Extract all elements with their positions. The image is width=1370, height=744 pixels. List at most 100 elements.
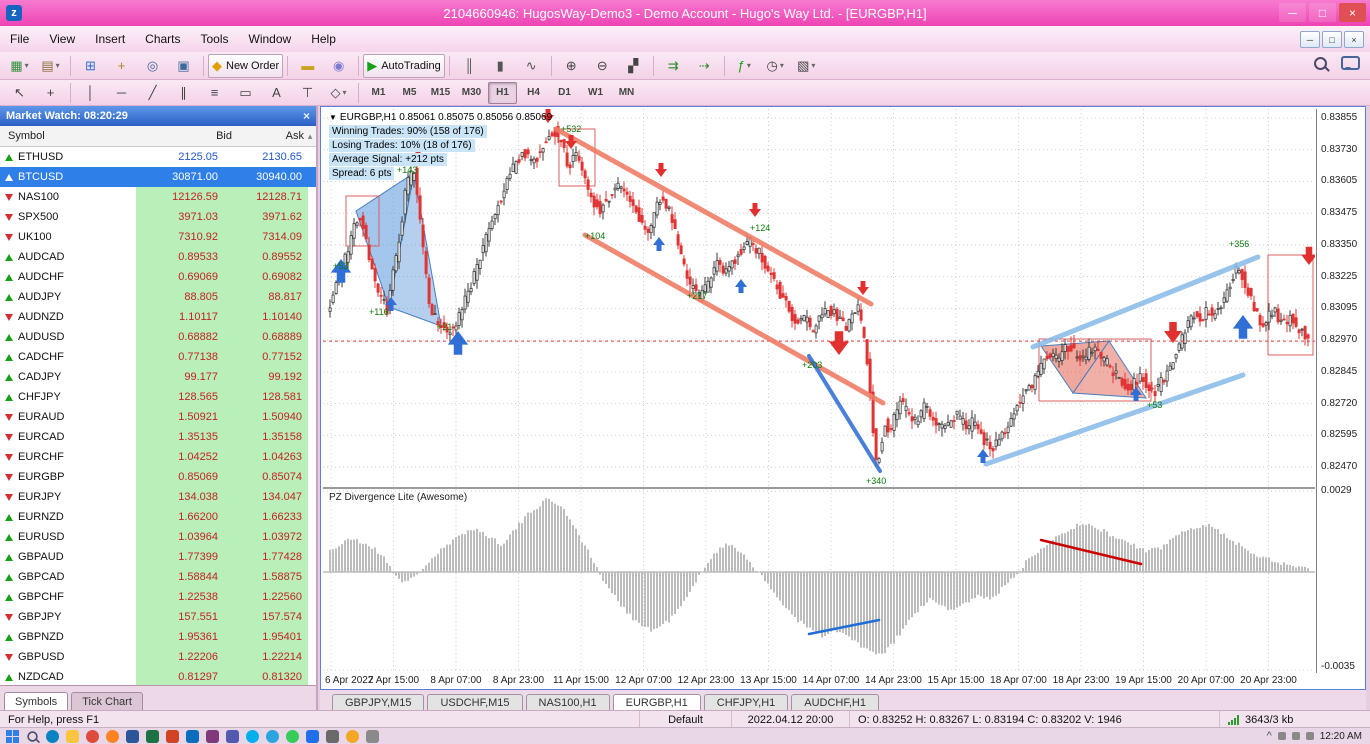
timeframe-w1[interactable]: W1 — [581, 82, 610, 104]
word-icon[interactable] — [126, 729, 139, 743]
cursor-button[interactable]: ↖ — [4, 81, 35, 105]
firefox-icon[interactable] — [106, 729, 119, 743]
minimize-button[interactable]: ─ — [1279, 3, 1306, 22]
market-watch-row[interactable]: GBPUSD 1.22206 1.22214 — [0, 647, 316, 667]
zoom-out-button[interactable]: ⊖ — [587, 54, 618, 78]
chart-shift-button[interactable]: ⇢ — [689, 54, 720, 78]
timeframe-m1[interactable]: M1 — [364, 82, 393, 104]
market-watch-row[interactable]: UK100 7310.92 7314.09 — [0, 227, 316, 247]
timeframe-d1[interactable]: D1 — [550, 82, 579, 104]
column-ask[interactable]: Ask — [232, 130, 304, 142]
shapes-button[interactable]: ▭ — [230, 81, 261, 105]
metatrader-icon[interactable] — [346, 729, 359, 743]
crosshair-button[interactable]: + — [35, 81, 66, 105]
arrow-objects-button[interactable]: ◇ ▾ — [323, 81, 354, 105]
market-watch-row[interactable]: EURAUD 1.50921 1.50940 — [0, 407, 316, 427]
market-watch-row[interactable]: NZDCAD 0.81297 0.81320 — [0, 667, 316, 685]
market-watch-row[interactable]: BTCUSD 30871.00 30940.00 — [0, 167, 316, 187]
market-watch-row[interactable]: AUDCAD 0.89533 0.89552 — [0, 247, 316, 267]
file-explorer-icon[interactable] — [66, 729, 79, 743]
timeframe-m30[interactable]: M30 — [457, 82, 486, 104]
timeframe-h4[interactable]: H4 — [519, 82, 548, 104]
chart-tab-chfjpy-h1[interactable]: CHFJPY,H1 — [703, 694, 789, 710]
expert-advisors-button[interactable]: ◉ — [323, 54, 354, 78]
text-label-button[interactable]: ⊤ — [292, 81, 323, 105]
metaeditor-button[interactable]: ▬ — [292, 54, 323, 78]
telegram-icon[interactable] — [266, 729, 279, 743]
market-watch-row[interactable]: AUDNZD 1.10117 1.10140 — [0, 307, 316, 327]
vertical-line-button[interactable]: │ — [75, 81, 106, 105]
powerpoint-icon[interactable] — [166, 729, 179, 743]
timeframe-h1[interactable]: H1 — [488, 81, 517, 104]
excel-icon[interactable] — [146, 729, 159, 743]
tile-windows-button[interactable]: ▞ — [618, 54, 649, 78]
autotrading-button[interactable]: ▶ AutoTrading — [363, 53, 445, 78]
chat-icon[interactable] — [1341, 56, 1360, 70]
fibonacci-retracement-button[interactable]: ≡ — [199, 81, 230, 105]
taskbar-clock[interactable]: 12:20 AM — [1320, 731, 1362, 742]
market-watch-row[interactable]: GBPCAD 1.58844 1.58875 — [0, 567, 316, 587]
market-watch-row[interactable]: GBPJPY 157.551 157.574 — [0, 607, 316, 627]
new-order-button[interactable]: ◆ New Order — [208, 53, 284, 78]
market-watch-row[interactable]: AUDJPY 88.805 88.817 — [0, 287, 316, 307]
menu-view[interactable]: View — [39, 26, 85, 52]
market-watch-row[interactable]: EURNZD 1.66200 1.66233 — [0, 507, 316, 527]
maximize-button[interactable]: □ — [1309, 3, 1336, 22]
tray-volume-icon[interactable] — [1291, 732, 1300, 740]
chart-tab-gbpjpy-m15[interactable]: GBPJPY,M15 — [332, 694, 425, 710]
taskbar-search-icon[interactable] — [27, 730, 38, 742]
market-watch-row[interactable]: NAS100 12126.59 12128.71 — [0, 187, 316, 207]
tray-network-icon[interactable] — [1277, 732, 1286, 740]
market-watch-close-icon[interactable]: × — [303, 109, 310, 123]
navigator-button[interactable]: ◎ — [137, 54, 168, 78]
settings-icon[interactable] — [366, 729, 379, 743]
mdi-close-button[interactable]: × — [1344, 31, 1364, 48]
trendline-button[interactable]: ╱ — [137, 81, 168, 105]
market-watch-row[interactable]: EURGBP 0.85069 0.85074 — [0, 467, 316, 487]
close-button[interactable]: × — [1339, 3, 1366, 22]
market-watch-tab-tick-chart[interactable]: Tick Chart — [71, 692, 143, 710]
new-chart-button[interactable]: ▦ ▾ — [4, 54, 35, 78]
market-watch-row[interactable]: SPX500 3971.03 3971.62 — [0, 207, 316, 227]
bar-chart-mode-button[interactable]: ║ — [454, 54, 485, 78]
timeframe-mn[interactable]: MN — [612, 82, 641, 104]
market-watch-row[interactable]: GBPNZD 1.95361 1.95401 — [0, 627, 316, 647]
search-icon[interactable] — [1314, 56, 1327, 70]
candlestick-mode-button[interactable]: ▮ — [485, 54, 516, 78]
tray-battery-icon[interactable] — [1305, 732, 1314, 740]
chart-tab-nas100-h1[interactable]: NAS100,H1 — [525, 694, 610, 710]
chrome-icon[interactable] — [86, 729, 99, 743]
market-watch-row[interactable]: AUDUSD 0.68882 0.68889 — [0, 327, 316, 347]
timeframe-m5[interactable]: M5 — [395, 82, 424, 104]
column-bid[interactable]: Bid — [144, 130, 232, 142]
menu-file[interactable]: File — [0, 26, 39, 52]
menu-insert[interactable]: Insert — [85, 26, 135, 52]
market-watch-row[interactable]: CADCHF 0.77138 0.77152 — [0, 347, 316, 367]
auto-scroll-button[interactable]: ⇉ — [658, 54, 689, 78]
chart-tab-usdchf-m15[interactable]: USDCHF,M15 — [427, 694, 523, 710]
menu-tools[interactable]: Tools — [191, 26, 239, 52]
periods-button[interactable]: ◷ ▾ — [760, 54, 791, 78]
market-watch-row[interactable]: CHFJPY 128.565 128.581 — [0, 387, 316, 407]
market-watch-row[interactable]: EURCHF 1.04252 1.04263 — [0, 447, 316, 467]
whatsapp-icon[interactable] — [286, 729, 299, 743]
onenote-icon[interactable] — [206, 729, 219, 743]
data-window-button[interactable]: + — [106, 54, 137, 78]
scroll-up-icon[interactable]: ▲ — [306, 132, 314, 141]
menu-window[interactable]: Window — [239, 26, 302, 52]
start-button[interactable] — [6, 729, 19, 743]
chart-tab-eurgbp-h1[interactable]: EURGBP,H1 — [612, 694, 701, 710]
market-watch-row[interactable]: EURCAD 1.35135 1.35158 — [0, 427, 316, 447]
market-watch-row[interactable]: EURUSD 1.03964 1.03972 — [0, 527, 316, 547]
market-watch-row[interactable]: GBPCHF 1.22538 1.22560 — [0, 587, 316, 607]
templates-button[interactable]: ▧ ▾ — [791, 54, 822, 78]
equidistant-channel-button[interactable]: ∥ — [168, 81, 199, 105]
calculator-icon[interactable] — [326, 729, 339, 743]
market-watch-row[interactable]: ETHUSD 2125.05 2130.65 — [0, 147, 316, 167]
line-chart-mode-button[interactable]: ∿ — [516, 54, 547, 78]
mdi-minimize-button[interactable]: ─ — [1300, 31, 1320, 48]
horizontal-line-button[interactable]: ─ — [106, 81, 137, 105]
tray-chevron-icon[interactable]: ^ — [1267, 730, 1272, 742]
indicator-canvas[interactable] — [323, 487, 1315, 673]
market-watch-row[interactable]: GBPAUD 1.77399 1.77428 — [0, 547, 316, 567]
